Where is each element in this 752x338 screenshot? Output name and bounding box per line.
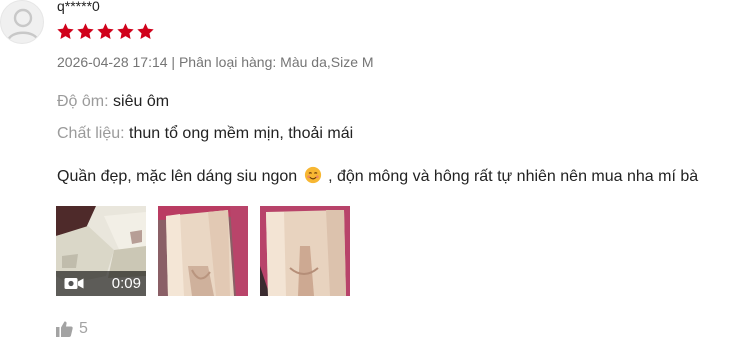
user-placeholder-icon [6,8,40,42]
thumbs-up-icon [56,321,73,337]
star-icon [96,22,115,41]
variation-value: Màu da,Size M [280,54,374,70]
attribute-label: Độ ôm: [57,93,109,110]
reviewer-name: q*****0 [57,0,100,14]
star-icon [76,22,95,41]
review-comment: Quần đẹp, mặc lên dáng siu ngon , độn mô… [57,166,698,186]
review-image [158,206,248,296]
variation-label: Phân loại hàng: [178,54,277,70]
meta-separator: | [167,54,179,70]
star-icon [116,22,135,41]
review-image [260,206,350,296]
reviewer-avatar [0,0,44,44]
attribute-material: Chất liệu: thun tổ ong mềm mịn, thoải má… [57,125,353,143]
attribute-label: Chất liệu: [57,125,125,142]
review-timestamp: 2026-04-28 17:14 [57,54,168,70]
attribute-fit: Độ ôm: siêu ôm [57,93,169,111]
video-info-bar: 0:09 [56,271,146,296]
like-count: 5 [79,320,88,337]
comment-text-end: , độn mông và hông rất tự nhiên nên mua … [323,168,699,185]
smiling-face-emoji [304,166,321,184]
review-image-thumbnail[interactable] [260,206,350,296]
review-image-thumbnail[interactable] [158,206,248,296]
review-video-thumbnail[interactable]: 0:09 [56,206,146,296]
rating-stars [56,22,155,41]
video-camera-icon [64,278,84,289]
star-icon [136,22,155,41]
star-icon [56,22,75,41]
attribute-value: siêu ôm [113,93,170,110]
comment-text-start: Quần đẹp, mặc lên dáng siu ngon [57,168,298,185]
attribute-value: thun tổ ong mềm mịn, thoải mái [129,125,354,142]
video-duration: 0:09 [111,275,141,292]
review-meta: 2026-04-28 17:14 | Phân loại hàng: Màu d… [57,54,374,70]
like-button[interactable]: 5 [56,320,88,338]
